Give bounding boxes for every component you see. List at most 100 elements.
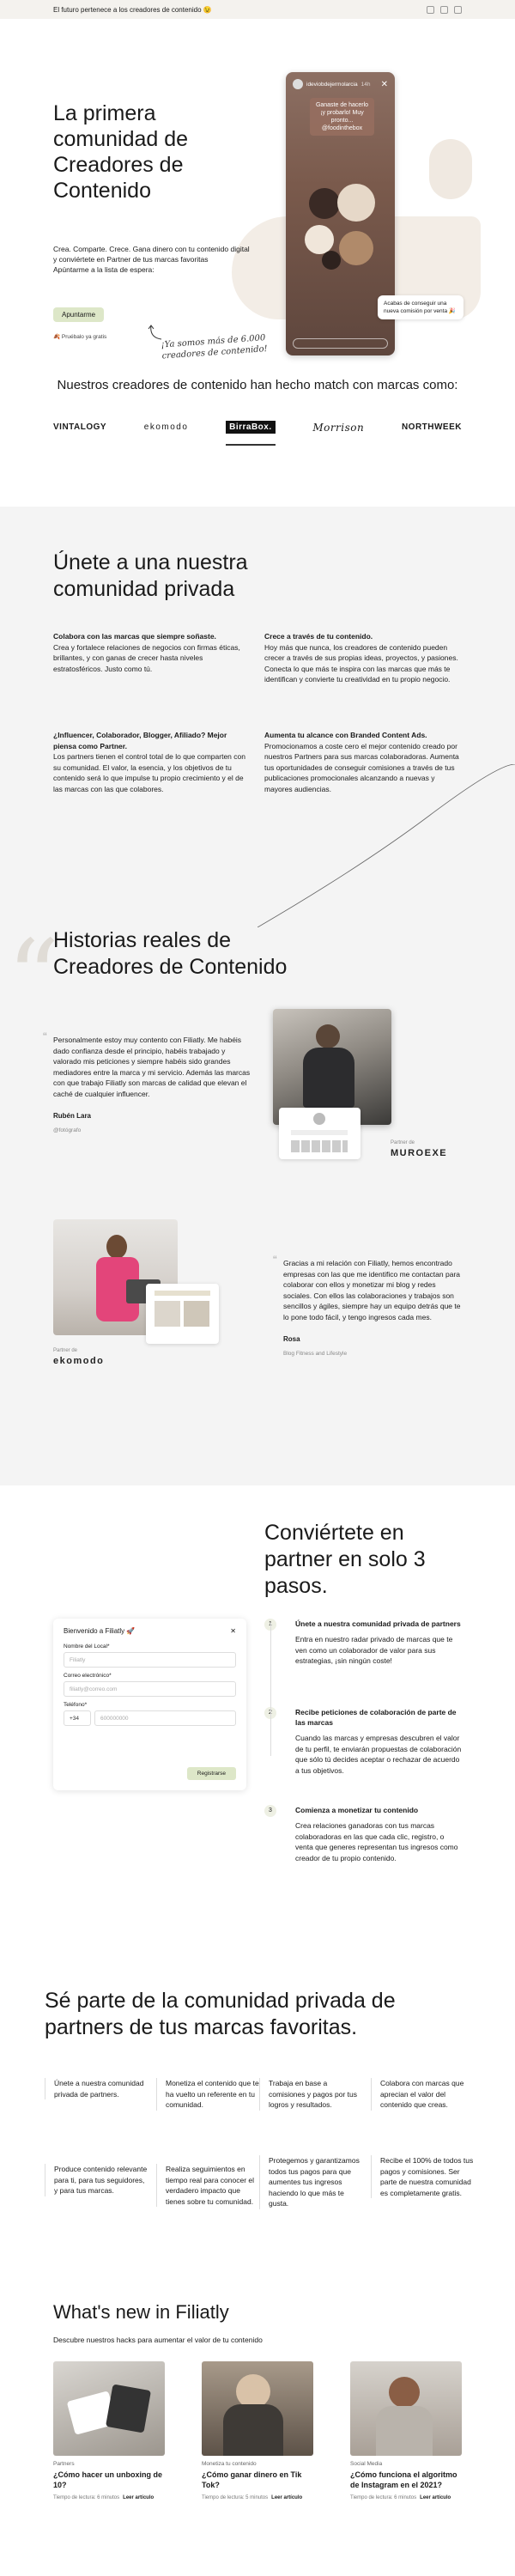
decorative-blob xyxy=(429,139,472,199)
business-name-input[interactable]: Filiatly xyxy=(64,1652,236,1668)
register-button[interactable]: Registrarse xyxy=(186,1767,236,1780)
partner-brand-ekomodo: Partner de ekomodo xyxy=(53,1348,104,1366)
testimonial-text: Gracias a mi relación con Filiatly, hemo… xyxy=(283,1259,461,1321)
article-image xyxy=(202,2361,313,2456)
partner-label: Partner de xyxy=(391,1140,415,1145)
hero-desc-line: Crea. Comparte. Crece. Gana dinero con t… xyxy=(53,245,250,253)
close-icon[interactable]: ✕ xyxy=(230,1627,236,1635)
youtube-icon[interactable] xyxy=(454,5,462,14)
hero-title: La primera comunidad de Creadores de Con… xyxy=(53,101,189,203)
phone-row: +34 600000000 xyxy=(64,1710,236,1726)
article-meta: Tiempo de lectura: 5 minutos Leer artícul… xyxy=(202,2495,313,2500)
step-title: Recibe peticiones de colaboración de par… xyxy=(295,1708,457,1727)
testimonial-text: Personalmente estoy muy contento con Fil… xyxy=(53,1036,251,1098)
instagram-icon[interactable] xyxy=(427,5,434,14)
field-label: Teléfono* xyxy=(64,1702,88,1708)
email-input[interactable]: filiatly@correo.com xyxy=(64,1681,236,1697)
free-trial-note: 🍂 Pruébalo ya gratis xyxy=(53,334,107,340)
article-title[interactable]: ¿Cómo ganar dinero en Tik Tok? xyxy=(202,2470,313,2490)
benefit-cell: Produce contenido relevante para ti, par… xyxy=(45,2164,148,2196)
brand-logo-morrison[interactable]: Morrison xyxy=(312,422,364,434)
signup-form: Bienvenido a Filiatly 🚀 ✕ Nombre del Loc… xyxy=(53,1619,246,1790)
partner-brand-muroexe: Partner de MUROEXE xyxy=(391,1140,447,1158)
benefit-cell: Recibe el 100% de todos tus pagos y comi… xyxy=(371,2155,474,2198)
waitlist-button[interactable]: Apuntarme xyxy=(53,307,105,322)
story-caption: Ganaste de hacerlo ¡y probarlo! Muy pron… xyxy=(310,98,374,136)
linkedin-icon[interactable] xyxy=(440,5,448,14)
phone-prefix-select[interactable]: +34 xyxy=(64,1710,91,1726)
social-links xyxy=(427,5,462,14)
story-username: ideviobdejermolarcia xyxy=(306,81,358,88)
read-time: Tiempo de lectura: 6 minutos xyxy=(350,2495,417,2500)
partner-label: Partner de xyxy=(53,1348,78,1353)
phone-input[interactable]: 600000000 xyxy=(94,1710,236,1726)
news-title: What's new in Filiatly xyxy=(53,2301,229,2323)
form-header: Bienvenido a Filiatly 🚀 ✕ xyxy=(64,1627,236,1635)
community-block-title: Crece a través de tu contenido. xyxy=(264,632,373,641)
field-label: Correo electrónico* xyxy=(64,1673,112,1679)
read-time: Tiempo de lectura: 5 minutos xyxy=(202,2495,269,2500)
benefit-cell: Trabaja en base a comisiones y pagos por… xyxy=(259,2078,362,2111)
testimonial-ruben: “ Personalmente estoy muy contento con F… xyxy=(43,1030,251,1136)
testimonial-role: Blog Fitness and Lifestyle xyxy=(283,1350,348,1357)
partners-section: Sé parte de la comunidad privada de part… xyxy=(0,1949,515,2267)
steps-section: Conviértete en partner en solo 3 pasos. … xyxy=(0,1485,515,1949)
benefit-cell: Realiza seguimientos en tiempo real para… xyxy=(156,2164,259,2207)
testimonial-author: Rubén Lara xyxy=(53,1112,92,1120)
creators-count-handwritten: ¡Ya somos más de 6.000 creadores de cont… xyxy=(161,333,269,361)
page: El futuro pertenece a los creadores de c… xyxy=(0,0,515,2576)
article-image xyxy=(350,2361,462,2456)
decorative-curve xyxy=(258,764,515,927)
brands-carousel: VINTALOGY ekomodo BirraBox. Morrison NOR… xyxy=(53,421,462,446)
quote-mark-icon: “ xyxy=(7,919,60,1038)
brand-logo-birrabox[interactable]: BirraBox. xyxy=(226,421,276,446)
article-card[interactable]: Monetiza tu contenido ¿Cómo ganar dinero… xyxy=(202,2361,313,2500)
hero-description: Crea. Comparte. Crece. Gana dinero con t… xyxy=(53,244,251,275)
read-article-link[interactable]: Leer artículo xyxy=(123,2495,154,2500)
benefit-cell: Monetiza el contenido que te ha vuelto u… xyxy=(156,2078,259,2111)
food-image xyxy=(305,184,378,278)
read-article-link[interactable]: Leer artículo xyxy=(420,2495,451,2500)
community-block: Colabora con las marcas que siempre soña… xyxy=(53,631,251,674)
brands-title: Nuestros creadores de contenido han hech… xyxy=(57,378,458,392)
community-block-text: Crea y fortalece relaciones de negocios … xyxy=(53,642,240,673)
article-category: Monetiza tu contenido xyxy=(202,2461,257,2467)
field-label: Nombre del Local* xyxy=(64,1643,110,1649)
step-text: Cuando las marcas y empresas descubren e… xyxy=(295,1734,462,1775)
partner-brand-name: ekomodo xyxy=(53,1356,105,1366)
steps-title: Conviértete en partner en solo 3 pasos. xyxy=(264,1521,426,1598)
story-time: 14h xyxy=(360,81,371,88)
story-reply-input[interactable] xyxy=(293,338,388,349)
partner-brand-name: MUROEXE xyxy=(391,1148,448,1158)
profile-card-preview xyxy=(279,1108,360,1159)
article-title[interactable]: ¿Cómo funciona el algoritmo de Instagram… xyxy=(350,2470,462,2490)
step-title: Comienza a monetizar tu contenido xyxy=(295,1806,419,1814)
community-section: Únete a una nuestra comunidad privada Co… xyxy=(0,507,515,927)
article-image xyxy=(53,2361,165,2456)
community-block-title: Colabora con las marcas que siempre soña… xyxy=(53,632,216,641)
brand-logo-ekomodo[interactable]: ekomodo xyxy=(144,422,189,432)
benefit-cell: Únete a nuestra comunidad privada de par… xyxy=(45,2078,148,2099)
community-block-title: Aumenta tu alcance con Branded Content A… xyxy=(264,731,427,739)
article-title[interactable]: ¿Cómo hacer un unboxing de 10? xyxy=(53,2470,165,2490)
read-article-link[interactable]: Leer artículo xyxy=(271,2495,302,2500)
brand-logo-vintalogy[interactable]: VINTALOGY xyxy=(53,422,106,432)
read-time: Tiempo de lectura: 6 minutos xyxy=(53,2495,120,2500)
community-title: Únete a una nuestra comunidad privada xyxy=(53,550,248,601)
close-icon[interactable]: ✕ xyxy=(381,80,388,89)
partners-title: Sé parte de la comunidad privada de part… xyxy=(45,1989,396,2039)
community-block-title: ¿Influencer, Colaborador, Blogger, Afili… xyxy=(53,731,227,750)
hero-desc-line: Apúntarme a la lista de espera: xyxy=(53,265,154,274)
brand-logo-northweek[interactable]: NORTHWEEK xyxy=(402,422,462,432)
article-category: Partners xyxy=(53,2461,75,2467)
news-subtitle: Descubre nuestros hacks para aumentar el… xyxy=(53,2336,263,2344)
avatar xyxy=(293,79,303,89)
article-card[interactable]: Partners ¿Cómo hacer un unboxing de 10? … xyxy=(53,2361,165,2500)
stories-section: “ Historias reales de Creadores de Conte… xyxy=(0,927,515,1485)
quote-icon: “ xyxy=(43,1030,47,1043)
announcement-bar: El futuro pertenece a los creadores de c… xyxy=(0,0,515,19)
step-1: 1 Únete a nuestra comunidad privada de p… xyxy=(264,1619,462,1667)
story-header: ideviobdejermolarcia 14h ✕ xyxy=(293,79,388,89)
article-card[interactable]: Social Media ¿Cómo funciona el algoritmo… xyxy=(350,2361,462,2500)
testimonial-rosa: “ Gracias a mi relación con Filiatly, he… xyxy=(273,1254,464,1359)
